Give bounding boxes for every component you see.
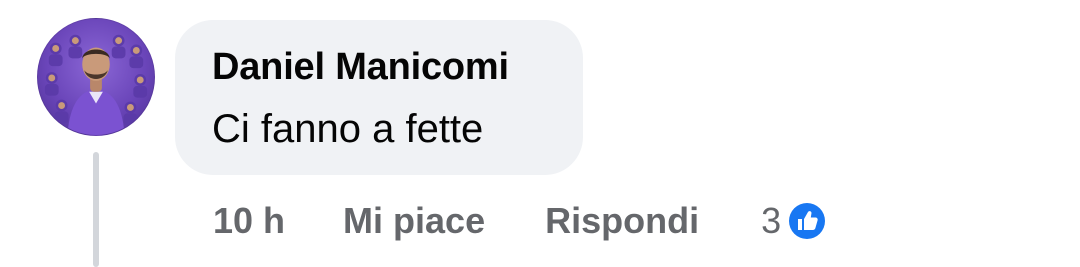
avatar[interactable]: [37, 18, 155, 136]
like-thumbs-up-icon: [785, 199, 830, 243]
avatar-image: [44, 34, 148, 135]
comment-author-name[interactable]: Daniel Manicomi: [212, 46, 509, 89]
comment-text: Ci fanno a fette: [212, 107, 484, 151]
reply-thread-line: [93, 152, 99, 267]
comment-bubble: Daniel Manicomi Ci fanno a fette: [175, 20, 583, 175]
comment-timestamp[interactable]: 10 h: [213, 200, 285, 242]
like-button[interactable]: Mi piace: [343, 200, 485, 242]
reactions-summary[interactable]: 3: [761, 199, 830, 243]
reply-button[interactable]: Rispondi: [545, 200, 699, 242]
reaction-count: 3: [761, 200, 782, 241]
comment-actions-row: 10 h Mi piace Rispondi 3: [213, 199, 830, 243]
